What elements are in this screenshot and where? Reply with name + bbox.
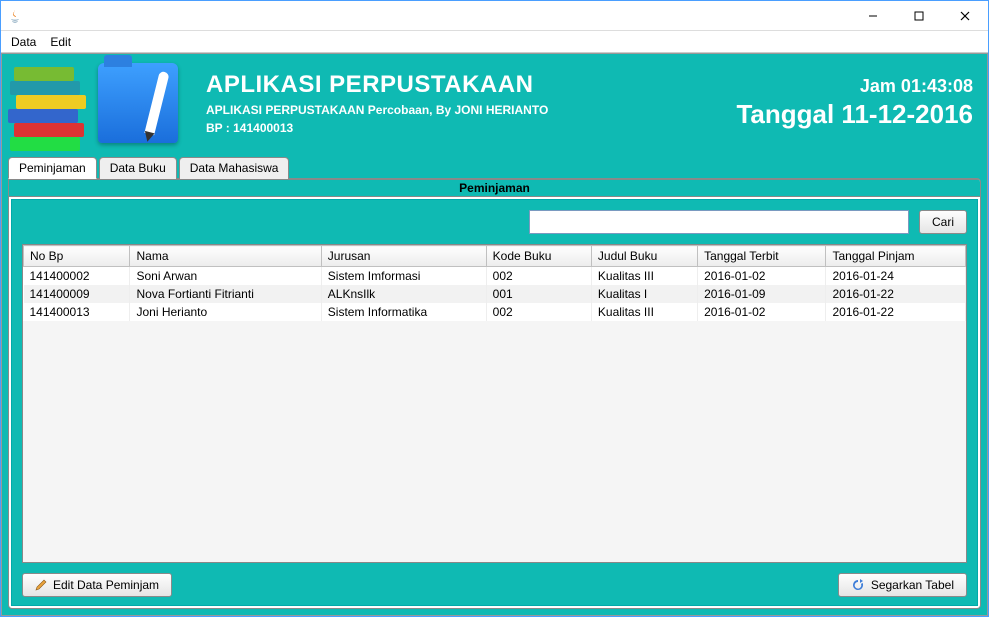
tab-peminjaman[interactable]: Peminjaman: [8, 157, 97, 179]
app-window: Data Edit APLIKASI PERPUSTAKAAN APLIKASI…: [0, 0, 989, 617]
menubar: Data Edit: [1, 31, 988, 53]
cell-tanggalPinjam[interactable]: 2016-01-24: [826, 267, 966, 286]
refresh-icon: [851, 578, 865, 592]
cell-noBp[interactable]: 141400013: [24, 303, 130, 321]
table-header-row: No Bp Nama Jurusan Kode Buku Judul Buku …: [24, 246, 966, 267]
cell-noBp[interactable]: 141400002: [24, 267, 130, 286]
maximize-button[interactable]: [896, 1, 942, 31]
tab-body: Peminjaman Cari No Bp Nama Jurusan Kode: [8, 178, 981, 609]
cell-tanggalPinjam[interactable]: 2016-01-22: [826, 303, 966, 321]
table-filler: [23, 321, 966, 561]
cell-tanggalTerbit[interactable]: 2016-01-09: [698, 285, 826, 303]
banner-images: [2, 54, 192, 152]
th-jurusan[interactable]: Jurusan: [321, 246, 486, 267]
cell-nama[interactable]: Joni Herianto: [130, 303, 321, 321]
cell-noBp[interactable]: 141400009: [24, 285, 130, 303]
cell-judulBuku[interactable]: Kualitas I: [591, 285, 697, 303]
data-table: No Bp Nama Jurusan Kode Buku Judul Buku …: [23, 245, 966, 321]
th-tanggal-pinjam[interactable]: Tanggal Pinjam: [826, 246, 966, 267]
panel-title: Peminjaman: [9, 179, 980, 197]
folder-icon: [98, 63, 178, 143]
edit-data-button[interactable]: Edit Data Peminjam: [22, 573, 172, 597]
cell-kodeBuku[interactable]: 002: [486, 267, 591, 286]
cell-tanggalTerbit[interactable]: 2016-01-02: [698, 267, 826, 286]
search-button-label: Cari: [932, 215, 954, 229]
cell-nama[interactable]: Nova Fortianti Fitrianti: [130, 285, 321, 303]
books-icon: [2, 56, 92, 151]
tab-data-buku[interactable]: Data Buku: [99, 157, 177, 179]
th-no-bp[interactable]: No Bp: [24, 246, 130, 267]
date-label: Tanggal 11-12-2016: [736, 99, 973, 130]
tabset: Peminjaman Data Buku Data Mahasiswa: [8, 156, 981, 178]
table-body: 141400002Soni ArwanSistem Imformasi002Ku…: [24, 267, 966, 322]
th-kode-buku[interactable]: Kode Buku: [486, 246, 591, 267]
table-row[interactable]: 141400002Soni ArwanSistem Imformasi002Ku…: [24, 267, 966, 286]
banner-right: Jam 01:43:08 Tanggal 11-12-2016: [736, 76, 973, 130]
panel-inner: Cari No Bp Nama Jurusan Kode Buku Judul …: [11, 199, 978, 606]
app-subtitle: APLIKASI PERPUSTAKAAN Percobaan, By JONI…: [206, 103, 548, 117]
pencil-icon: [35, 579, 47, 591]
refresh-table-button-label: Segarkan Tabel: [871, 578, 954, 592]
search-button[interactable]: Cari: [919, 210, 967, 234]
cell-judulBuku[interactable]: Kualitas III: [591, 267, 697, 286]
th-nama[interactable]: Nama: [130, 246, 321, 267]
banner: APLIKASI PERPUSTAKAAN APLIKASI PERPUSTAK…: [2, 54, 987, 152]
minimize-button[interactable]: [850, 1, 896, 31]
th-tanggal-terbit[interactable]: Tanggal Terbit: [698, 246, 826, 267]
main-area: APLIKASI PERPUSTAKAAN APLIKASI PERPUSTAK…: [1, 53, 988, 616]
data-table-wrap[interactable]: No Bp Nama Jurusan Kode Buku Judul Buku …: [22, 244, 967, 563]
cell-jurusan[interactable]: Sistem Informatika: [321, 303, 486, 321]
banner-text: APLIKASI PERPUSTAKAAN APLIKASI PERPUSTAK…: [206, 71, 548, 135]
tab-data-mahasiswa[interactable]: Data Mahasiswa: [179, 157, 290, 179]
cell-judulBuku[interactable]: Kualitas III: [591, 303, 697, 321]
cell-kodeBuku[interactable]: 002: [486, 303, 591, 321]
table-row[interactable]: 141400009Nova Fortianti FitriantiALKnsIl…: [24, 285, 966, 303]
app-bp: BP : 141400013: [206, 121, 548, 135]
cell-nama[interactable]: Soni Arwan: [130, 267, 321, 286]
cell-jurusan[interactable]: ALKnsIlk: [321, 285, 486, 303]
search-row: Cari: [22, 210, 967, 234]
tabs-row: Peminjaman Data Buku Data Mahasiswa: [2, 152, 987, 178]
refresh-table-button[interactable]: Segarkan Tabel: [838, 573, 967, 597]
cell-jurusan[interactable]: Sistem Imformasi: [321, 267, 486, 286]
bottom-row: Edit Data Peminjam Segarkan Tabel: [22, 573, 967, 597]
cell-tanggalTerbit[interactable]: 2016-01-02: [698, 303, 826, 321]
table-row[interactable]: 141400013Joni HeriantoSistem Informatika…: [24, 303, 966, 321]
menu-edit[interactable]: Edit: [50, 35, 71, 49]
search-input[interactable]: [529, 210, 909, 234]
java-icon: [7, 8, 23, 24]
cell-tanggalPinjam[interactable]: 2016-01-22: [826, 285, 966, 303]
th-judul-buku[interactable]: Judul Buku: [591, 246, 697, 267]
cell-kodeBuku[interactable]: 001: [486, 285, 591, 303]
menu-data[interactable]: Data: [11, 35, 36, 49]
titlebar: [1, 1, 988, 31]
clock-label: Jam 01:43:08: [736, 76, 973, 97]
edit-data-button-label: Edit Data Peminjam: [53, 578, 159, 592]
close-button[interactable]: [942, 1, 988, 31]
app-title: APLIKASI PERPUSTAKAAN: [206, 71, 548, 99]
